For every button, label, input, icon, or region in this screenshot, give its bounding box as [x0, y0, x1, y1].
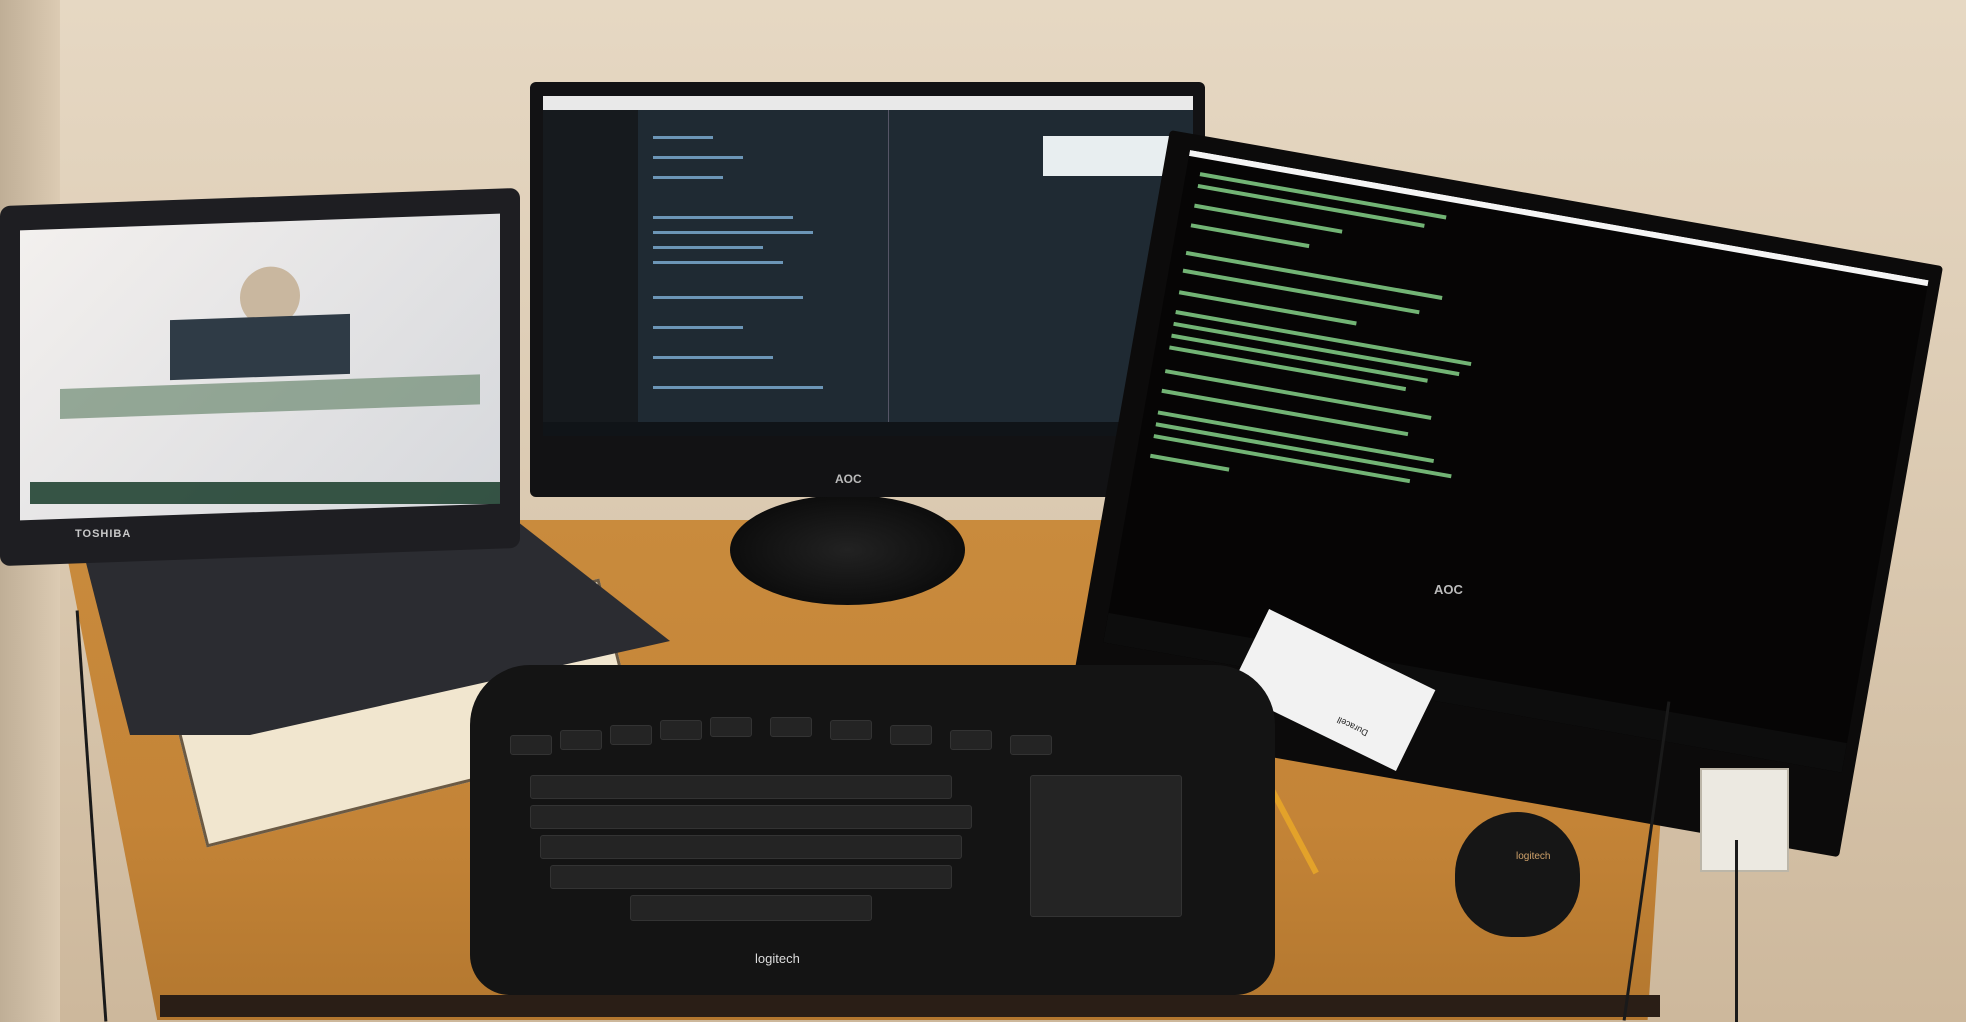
keyboard-key [560, 730, 602, 750]
terminal-line [1157, 410, 1435, 464]
laptop-brand-label: TOSHIBA [75, 528, 132, 540]
terminal-line [1153, 434, 1411, 484]
keyboard-key [950, 730, 992, 750]
terminal-line [1190, 223, 1310, 249]
terminal-line [1171, 333, 1428, 383]
center-monitor-brand: AOC [835, 472, 862, 486]
code-editor-screen [543, 96, 1193, 436]
keyboard-key [610, 725, 652, 745]
keyboard-numpad [1030, 775, 1182, 917]
editor-split-divider [888, 110, 889, 436]
code-line [653, 231, 813, 234]
code-line [653, 156, 743, 159]
code-line [653, 296, 803, 299]
terminal-line [1173, 321, 1460, 377]
terminal-prompt [1149, 453, 1230, 472]
laptop-webpage-banner [170, 313, 350, 381]
mouse [1455, 812, 1580, 937]
laptop-screen [20, 213, 500, 521]
keyboard-key [1010, 735, 1052, 755]
mouse-brand: logitech [1516, 851, 1551, 862]
keyboard-brand: logitech [755, 951, 800, 966]
right-monitor-brand: AOC [1434, 582, 1463, 597]
keyboard-key [890, 725, 932, 745]
battery-pack-label: Duracell [1335, 714, 1370, 739]
code-line [653, 356, 773, 359]
center-taskbar [543, 422, 1193, 436]
terminal-title-bar [1188, 150, 1929, 287]
keyboard-key [830, 720, 872, 740]
desk-photo: TOSHIBA AOC AOC Duracell logitech logite… [0, 0, 1966, 1022]
desk-edge [160, 995, 1660, 1017]
code-line [653, 136, 713, 139]
wall-outlet [1700, 768, 1789, 872]
code-line [653, 326, 743, 329]
keyboard-key [710, 717, 752, 737]
terminal-line [1155, 422, 1452, 479]
keyboard-key-row [530, 775, 952, 799]
code-line [653, 261, 783, 264]
code-line [653, 246, 763, 249]
keyboard-spacebar [630, 895, 872, 921]
editor-file-sidebar [543, 110, 638, 436]
power-cable [1735, 840, 1738, 1022]
laptop-taskbar [30, 482, 500, 504]
laptop-webpage-band [60, 374, 480, 419]
editor-title-bar [543, 96, 1193, 110]
code-line [653, 176, 723, 179]
code-line [653, 386, 823, 389]
keyboard-key-row [540, 835, 962, 859]
terminal-line [1182, 268, 1420, 315]
code-line [653, 216, 793, 219]
center-monitor-stand [730, 495, 965, 605]
keyboard-key [770, 717, 812, 737]
keyboard-key [660, 720, 702, 740]
keyboard-key-row [550, 865, 952, 889]
keyboard-key-row [530, 805, 972, 829]
keyboard [470, 665, 1275, 995]
keyboard-key [510, 735, 552, 755]
